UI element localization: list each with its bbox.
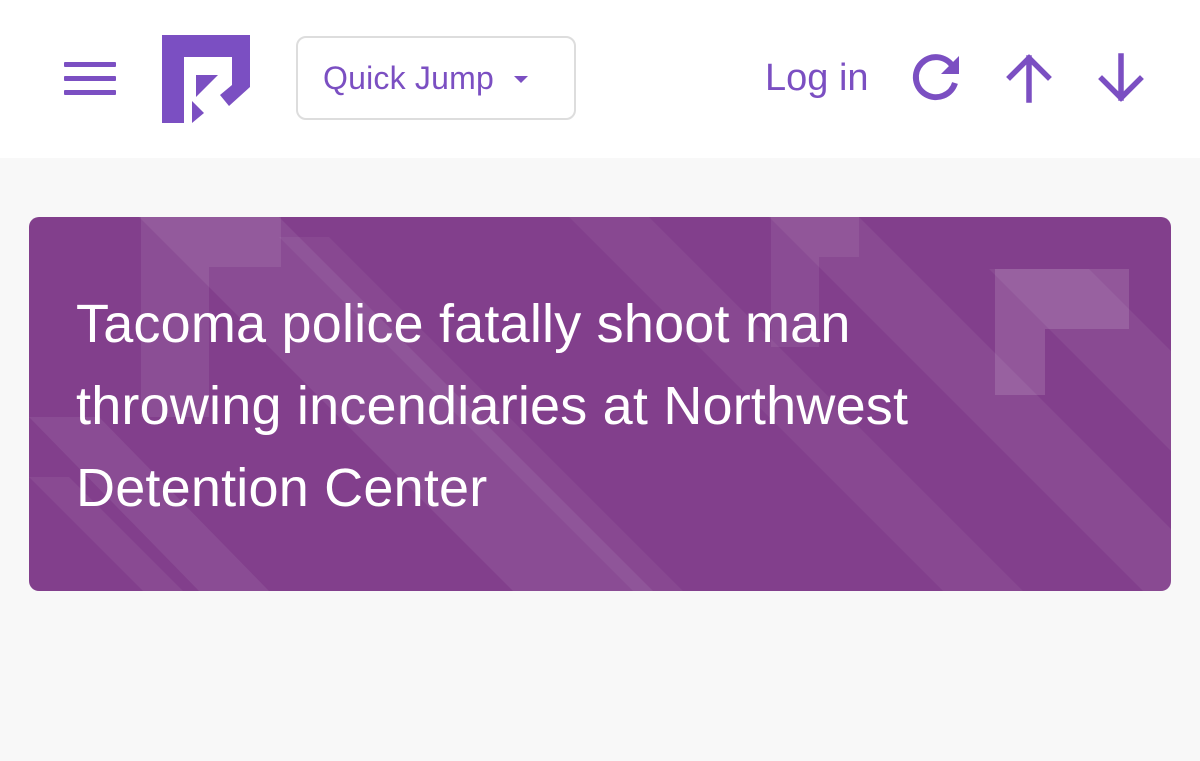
menu-line — [64, 90, 116, 95]
top-navigation-bar: Quick Jump Log in — [0, 0, 1200, 158]
site-logo-icon[interactable] — [162, 35, 250, 123]
quick-jump-dropdown[interactable]: Quick Jump — [296, 36, 576, 120]
hamburger-menu-button[interactable] — [60, 56, 120, 100]
article-hero-banner: Tacoma police fatally shoot man throwing… — [29, 217, 1171, 591]
caret-down-icon — [513, 75, 528, 83]
menu-line — [64, 76, 116, 81]
login-link[interactable]: Log in — [765, 55, 869, 101]
arrow-down-icon[interactable] — [1093, 50, 1149, 106]
quick-jump-label: Quick Jump — [323, 59, 494, 96]
refresh-icon[interactable] — [908, 50, 964, 106]
menu-line — [64, 62, 116, 67]
arrow-up-icon[interactable] — [1001, 50, 1057, 106]
article-title: Tacoma police fatally shoot man throwing… — [76, 294, 909, 518]
